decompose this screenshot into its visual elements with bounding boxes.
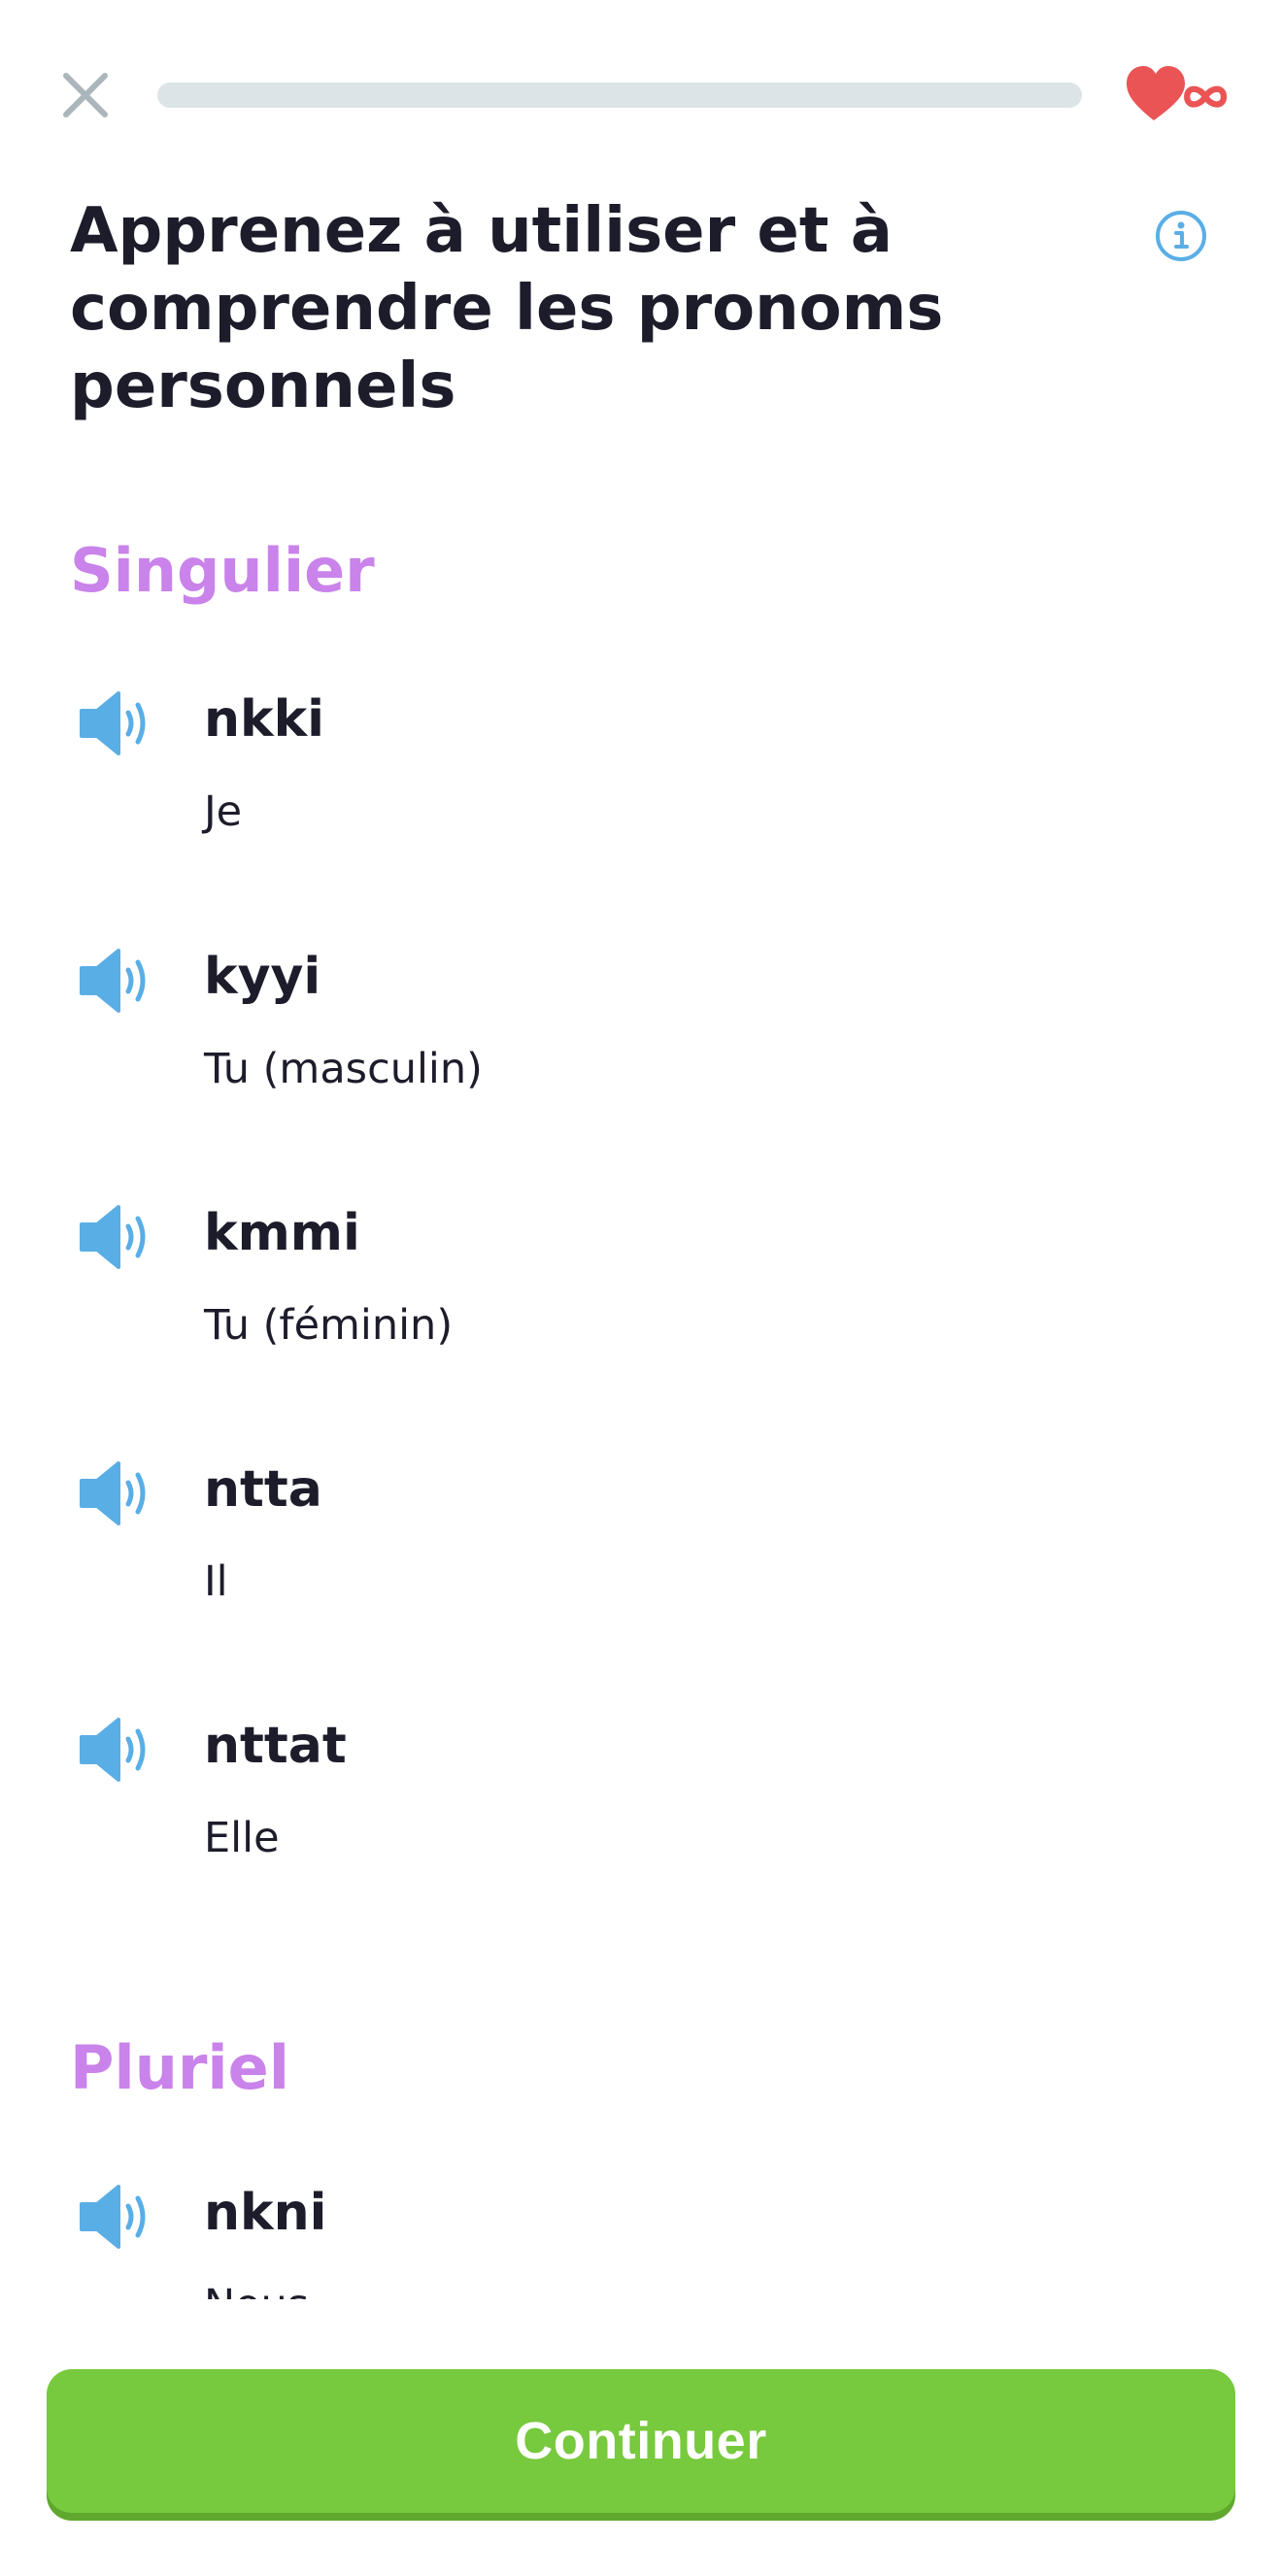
continue-button[interactable]: Continuer bbox=[47, 2369, 1235, 2513]
play-audio-button[interactable] bbox=[70, 1450, 157, 1537]
vocab-word: nttat bbox=[204, 1717, 347, 1775]
close-icon bbox=[63, 73, 108, 117]
speaker-icon bbox=[80, 1461, 146, 1525]
vocab-translation: Tu (féminin) bbox=[204, 1301, 454, 1350]
speaker-icon bbox=[80, 2185, 146, 2249]
vocab-translation: Nous bbox=[204, 2278, 309, 2299]
vocab-word: ntta bbox=[204, 1460, 322, 1519]
vocab-entry: nkni Nous bbox=[70, 2173, 1216, 2299]
vocab-word: kmmi bbox=[204, 1204, 360, 1262]
speaker-icon bbox=[80, 1718, 146, 1782]
info-icon bbox=[1156, 211, 1206, 261]
hearts-indicator[interactable] bbox=[1125, 62, 1231, 126]
vocab-translation: Il bbox=[204, 1557, 228, 1606]
section-heading-pluriel: Pluriel bbox=[70, 2032, 289, 2103]
play-audio-button[interactable] bbox=[70, 2173, 157, 2260]
info-button[interactable] bbox=[1154, 209, 1208, 263]
play-audio-button[interactable] bbox=[70, 1193, 157, 1281]
lesson-progress-bar bbox=[157, 83, 1082, 108]
close-button[interactable] bbox=[56, 66, 115, 124]
vocab-translation: Elle bbox=[204, 1814, 280, 1862]
vocab-word: kyyi bbox=[204, 948, 321, 1006]
vocab-entry: kyyi Tu (masculin) bbox=[70, 937, 1216, 1151]
vocab-entry: ntta Il bbox=[70, 1450, 1216, 1663]
section-heading-singulier: Singulier bbox=[70, 535, 375, 606]
top-bar bbox=[0, 0, 1282, 184]
continue-button-label: Continuer bbox=[515, 2412, 767, 2470]
play-audio-button[interactable] bbox=[70, 1706, 157, 1793]
speaker-icon bbox=[80, 691, 146, 755]
vocab-entry: nttat Elle bbox=[70, 1706, 1216, 1920]
vocab-translation: Tu (masculin) bbox=[204, 1045, 483, 1093]
speaker-icon bbox=[80, 1205, 146, 1269]
vocab-word: nkki bbox=[204, 690, 325, 749]
vocab-word: nkni bbox=[204, 2184, 327, 2242]
vocab-entry: kmmi Tu (féminin) bbox=[70, 1193, 1216, 1407]
speaker-icon bbox=[80, 949, 146, 1013]
vocab-translation: Je bbox=[204, 787, 243, 836]
lesson-title: Apprenez à utiliser et à comprendre les … bbox=[70, 195, 944, 422]
lesson-scroll-area[interactable]: Apprenez à utiliser et à comprendre les … bbox=[0, 0, 1282, 2299]
vocab-entry: nkki Je bbox=[70, 680, 1216, 893]
heart-infinity-icon bbox=[1127, 66, 1228, 120]
play-audio-button[interactable] bbox=[70, 680, 157, 767]
play-audio-button[interactable] bbox=[70, 937, 157, 1024]
